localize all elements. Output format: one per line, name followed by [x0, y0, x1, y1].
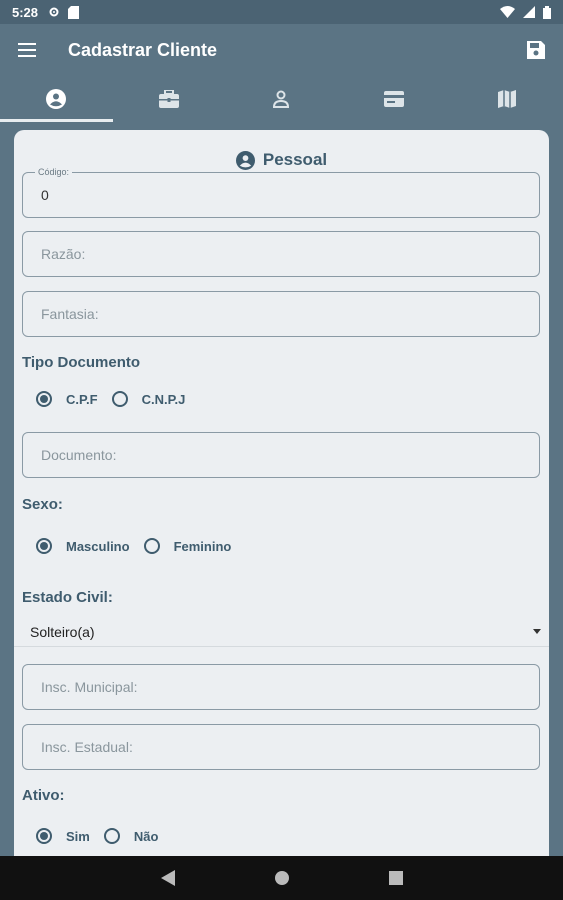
tab-contato[interactable]: [225, 76, 338, 122]
person-icon: [273, 90, 290, 108]
tab-endereco[interactable]: [450, 76, 563, 122]
sim-radio-label[interactable]: Sim: [66, 829, 90, 844]
razao-field[interactable]: Razão:: [22, 231, 540, 277]
estado-civil-value: Solteiro(a): [30, 623, 95, 640]
briefcase-icon: [158, 90, 179, 108]
settings-icon: [49, 7, 59, 17]
tab-bar: [0, 76, 563, 122]
sexo-heading: Sexo:: [22, 496, 63, 513]
tab-empresa[interactable]: [113, 76, 226, 122]
insc-municipal-placeholder: Insc. Municipal:: [41, 679, 138, 695]
save-icon: [527, 41, 545, 59]
tab-pessoal[interactable]: [0, 76, 113, 122]
dropdown-arrow-icon: [533, 629, 541, 634]
tipo-documento-radio-group: C.P.F C.N.P.J: [36, 391, 199, 407]
cnpj-radio-label[interactable]: C.N.P.J: [142, 392, 186, 407]
documento-placeholder: Documento:: [41, 447, 117, 463]
home-icon[interactable]: [274, 871, 289, 885]
cpf-radio[interactable]: [36, 391, 52, 407]
sexo-radio-group: Masculino Feminino: [36, 538, 245, 554]
feminino-radio-label[interactable]: Feminino: [174, 539, 232, 554]
app-bar: Cadastrar Cliente: [0, 24, 563, 76]
documento-field[interactable]: Documento:: [22, 432, 540, 478]
menu-button[interactable]: [0, 24, 54, 76]
save-button[interactable]: [509, 24, 563, 76]
nao-radio-label[interactable]: Não: [134, 829, 159, 844]
battery-icon: [543, 5, 551, 19]
estado-civil-select[interactable]: Solteiro(a): [14, 617, 549, 647]
codigo-value: 0: [41, 187, 49, 203]
cnpj-radio[interactable]: [111, 391, 128, 407]
masculino-radio-label[interactable]: Masculino: [66, 539, 130, 554]
estado-civil-heading: Estado Civil:: [22, 589, 113, 606]
feminino-radio[interactable]: [143, 538, 160, 554]
section-title: Pessoal: [14, 150, 549, 170]
hamburger-menu-icon: [18, 43, 36, 57]
account-circle-icon: [235, 150, 255, 170]
nao-radio[interactable]: [103, 828, 120, 844]
form-card: Pessoal Código: 0 Razão: Fantasia: Tipo …: [14, 130, 549, 856]
system-nav-bar: [0, 856, 563, 900]
section-title-text: Pessoal: [262, 150, 328, 169]
insc-municipal-field[interactable]: Insc. Municipal:: [22, 664, 540, 710]
sd-card-icon: [68, 5, 80, 19]
page-title: Cadastrar Cliente: [68, 39, 218, 60]
card-icon: [384, 91, 405, 107]
recents-icon[interactable]: [388, 871, 403, 885]
fantasia-placeholder: Fantasia:: [41, 306, 99, 322]
fantasia-field[interactable]: Fantasia:: [22, 291, 540, 337]
razao-placeholder: Razão:: [41, 246, 86, 262]
back-icon[interactable]: [160, 870, 175, 886]
masculino-radio[interactable]: [36, 538, 52, 554]
tipo-documento-heading: Tipo Documento: [22, 354, 141, 371]
insc-estadual-field[interactable]: Insc. Estadual:: [22, 724, 540, 770]
cpf-radio-label[interactable]: C.P.F: [66, 392, 98, 407]
ativo-heading: Ativo:: [22, 787, 65, 804]
account-circle-icon: [46, 89, 67, 109]
content-area: Pessoal Código: 0 Razão: Fantasia: Tipo …: [0, 122, 563, 856]
signal-icon: [523, 6, 535, 18]
tab-cartao[interactable]: [338, 76, 451, 122]
insc-estadual-placeholder: Insc. Estadual:: [41, 739, 133, 755]
codigo-field[interactable]: Código: 0: [22, 167, 540, 218]
codigo-label: Código:: [35, 167, 73, 177]
status-bar: 5:28: [0, 0, 563, 24]
sim-radio[interactable]: [36, 828, 52, 844]
status-time: 5:28: [12, 4, 39, 20]
wifi-icon: [500, 6, 515, 18]
map-icon: [497, 90, 516, 108]
ativo-radio-group: Sim Não: [36, 828, 172, 844]
